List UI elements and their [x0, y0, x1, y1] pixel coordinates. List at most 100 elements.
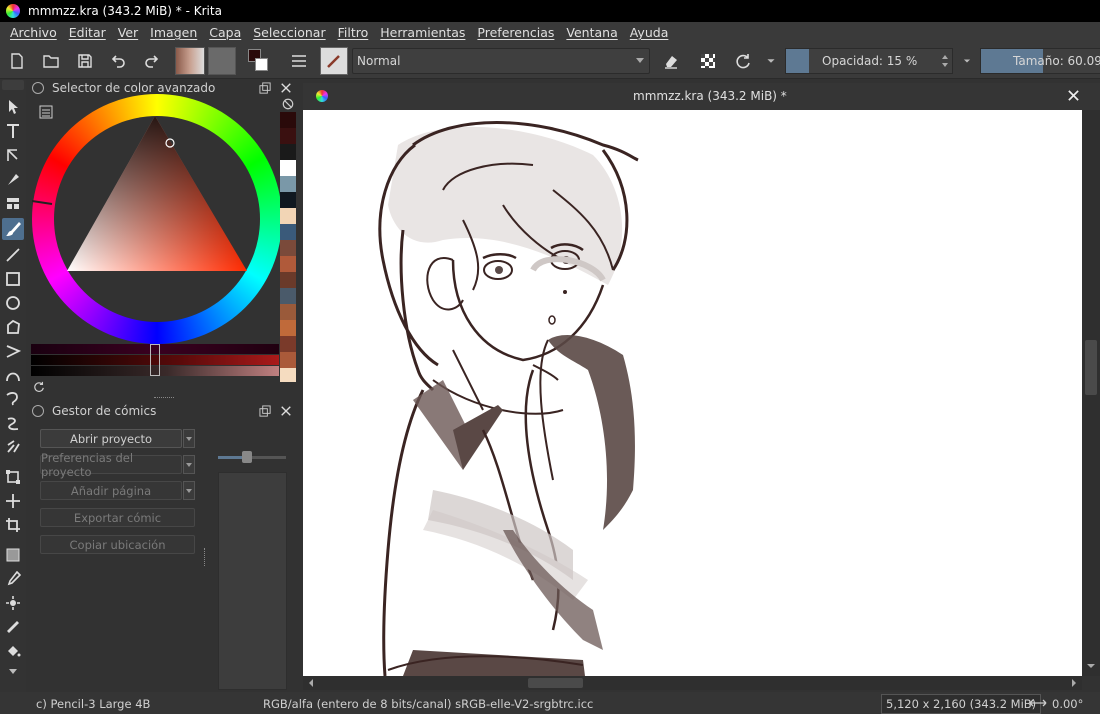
menu-archivo[interactable]: Archivo [4, 25, 63, 40]
add-page-dropdown[interactable] [183, 481, 195, 500]
close-docker-button[interactable] [279, 81, 293, 95]
menu-capa[interactable]: Capa [203, 25, 247, 40]
status-image-dimensions[interactable]: 5,120 x 2,160 (343.2 MiB) [881, 694, 1042, 714]
status-brush-preset[interactable]: c) Pencil-3 Large 4B [36, 697, 150, 711]
background-color-swatch[interactable] [255, 58, 268, 71]
drawing-canvas[interactable] [303, 110, 1082, 676]
menu-ayuda[interactable]: Ayuda [624, 25, 675, 40]
add-page-button[interactable]: Añadir página [40, 481, 182, 500]
edit-shapes-tool[interactable] [2, 144, 24, 166]
menu-seleccionar[interactable]: Seleccionar [247, 25, 331, 40]
palette-swatch[interactable] [280, 128, 296, 144]
gradient-tool[interactable] [2, 544, 24, 566]
palette-swatch[interactable] [280, 192, 296, 208]
toolbox-more[interactable] [2, 666, 24, 678]
move-tool[interactable] [2, 490, 24, 512]
save-button[interactable] [74, 50, 96, 72]
palette-swatch[interactable] [280, 304, 296, 320]
docker-splitter[interactable] [154, 397, 174, 399]
palette-swatch[interactable] [280, 160, 296, 176]
rectangle-tool[interactable] [2, 268, 24, 290]
polygon-tool[interactable] [2, 316, 24, 338]
ellipse-tool[interactable] [2, 292, 24, 314]
palette-swatch[interactable] [280, 208, 296, 224]
eraser-mode-button[interactable] [660, 50, 682, 72]
multibrush-tool[interactable] [2, 436, 24, 458]
brush-editor-button[interactable] [288, 50, 310, 72]
status-rotation[interactable]: 0.00° [1052, 697, 1083, 711]
transform-tool[interactable] [2, 466, 24, 488]
gradient-selector[interactable] [175, 47, 205, 75]
fill-tool[interactable] [2, 640, 24, 662]
export-comic-button[interactable]: Exportar cómic [40, 508, 195, 527]
copy-location-button[interactable]: Copiar ubicación [40, 535, 195, 554]
zoom-slider-handle[interactable] [242, 451, 252, 463]
freehand-path-tool[interactable] [2, 388, 24, 410]
text-tool[interactable] [2, 120, 24, 142]
undo-button[interactable] [108, 50, 130, 72]
brush-preset-selector[interactable] [320, 47, 348, 75]
line-tool[interactable] [2, 244, 24, 266]
rotation-icon[interactable] [1028, 698, 1048, 708]
clear-color-history-button[interactable] [281, 97, 295, 111]
lock-icon[interactable] [32, 405, 44, 417]
opacity-options-dropdown[interactable] [960, 50, 974, 72]
toolbox-grip[interactable] [2, 80, 24, 90]
project-preferences-dropdown[interactable] [183, 455, 195, 474]
pattern-selector[interactable] [208, 47, 236, 75]
reload-preset-button[interactable] [732, 50, 754, 72]
opacity-slider[interactable]: Opacidad: 15 % [785, 48, 953, 74]
float-docker-button[interactable] [258, 404, 272, 418]
pane-splitter[interactable] [204, 548, 207, 566]
palette-swatch[interactable] [280, 144, 296, 160]
menu-ver[interactable]: Ver [112, 25, 144, 40]
fg-bg-color-selector[interactable] [246, 48, 274, 76]
lock-icon[interactable] [32, 82, 44, 94]
polyline-tool[interactable] [2, 340, 24, 362]
reload-options-dropdown[interactable] [763, 50, 779, 72]
color-picker-tool[interactable] [2, 568, 24, 590]
preserve-alpha-button[interactable] [697, 50, 719, 72]
hue-triangle-selector[interactable] [32, 94, 282, 344]
pages-list[interactable] [218, 472, 287, 690]
menu-ventana[interactable]: Ventana [560, 25, 623, 40]
horizontal-scrollbar[interactable] [303, 676, 1082, 690]
float-docker-button[interactable] [258, 81, 272, 95]
gradient-fill-shape-tool[interactable] [2, 192, 24, 214]
freehand-brush-tool[interactable] [2, 218, 24, 240]
palette-swatch[interactable] [280, 368, 296, 382]
refresh-colors-button[interactable] [32, 380, 46, 394]
scroll-left-icon[interactable] [306, 678, 316, 688]
menu-editar[interactable]: Editar [63, 25, 112, 40]
scroll-right-icon[interactable] [1069, 678, 1079, 688]
assistant-tool[interactable] [2, 616, 24, 638]
slider-handle[interactable] [150, 344, 160, 376]
menu-imagen[interactable]: Imagen [144, 25, 203, 40]
brush-size-slider[interactable]: Tamaño: 60.09 px [980, 48, 1100, 74]
redo-button[interactable] [140, 50, 162, 72]
menu-preferencias[interactable]: Preferencias [471, 25, 560, 40]
close-document-button[interactable] [1067, 89, 1080, 105]
bezier-curve-tool[interactable] [2, 364, 24, 386]
horizontal-scroll-thumb[interactable] [528, 678, 583, 688]
open-project-dropdown[interactable] [183, 429, 195, 448]
smart-patch-tool[interactable] [2, 592, 24, 614]
dynamic-brush-tool[interactable] [2, 412, 24, 434]
palette-swatch[interactable] [280, 272, 296, 288]
spin-arrows-icon[interactable] [941, 52, 949, 70]
crop-tool[interactable] [2, 514, 24, 536]
calligraphy-tool[interactable] [2, 168, 24, 190]
menu-herramientas[interactable]: Herramientas [374, 25, 471, 40]
vertical-scrollbar[interactable] [1082, 110, 1100, 676]
blend-mode-select[interactable]: Normal [352, 48, 650, 74]
palette-swatch[interactable] [280, 112, 296, 128]
close-docker-button[interactable] [279, 404, 293, 418]
open-document-button[interactable] [40, 50, 62, 72]
new-document-button[interactable] [6, 50, 28, 72]
select-shapes-tool[interactable] [2, 96, 24, 118]
palette-swatch[interactable] [280, 336, 296, 352]
menu-filtro[interactable]: Filtro [332, 25, 375, 40]
palette-swatch[interactable] [280, 320, 296, 336]
project-preferences-button[interactable]: Preferencias del proyecto [40, 451, 182, 479]
palette-swatch[interactable] [280, 288, 296, 304]
